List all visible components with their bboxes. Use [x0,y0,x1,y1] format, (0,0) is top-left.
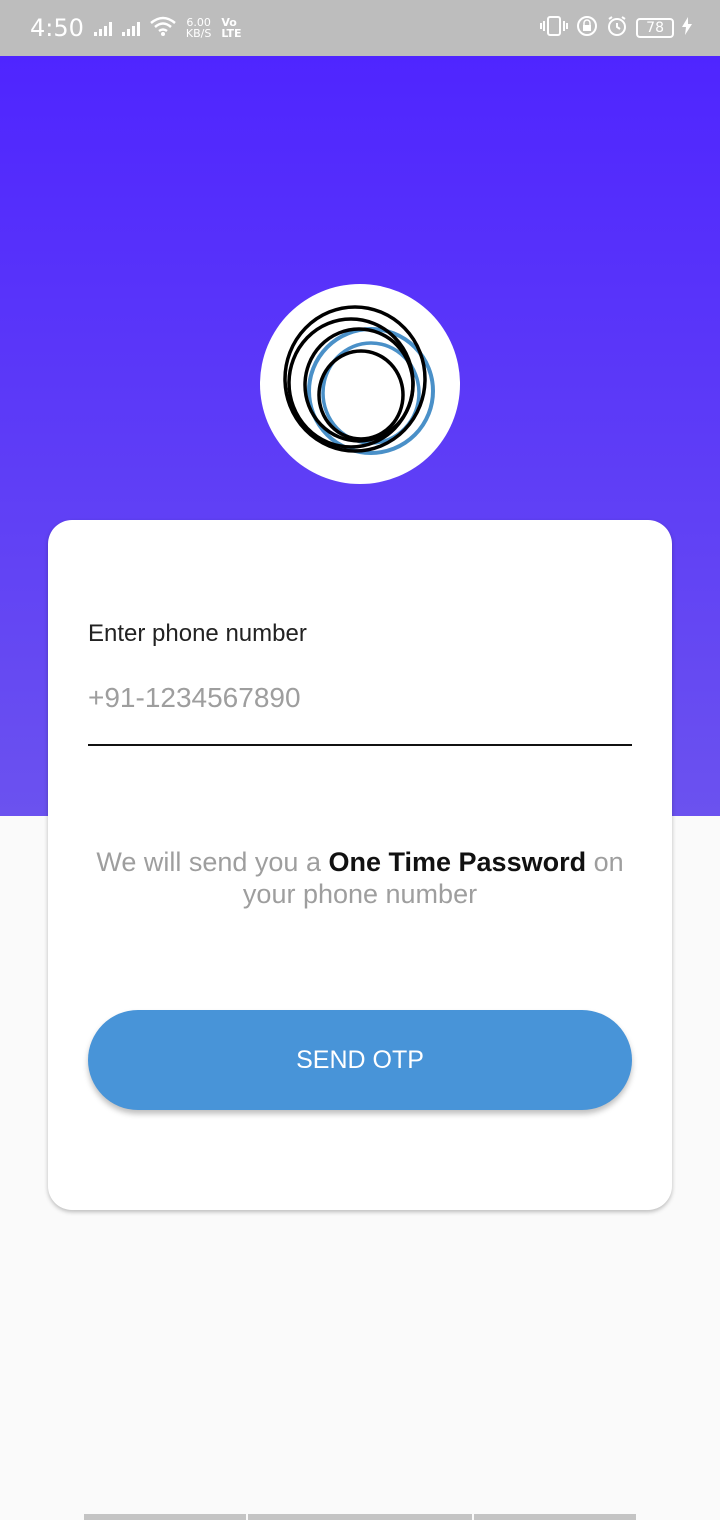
app-logo [260,284,460,484]
wifi-icon [150,16,176,41]
phone-input[interactable] [88,668,632,728]
info-prefix: We will send you a [96,847,329,877]
send-otp-button[interactable]: SEND OTP [88,1010,632,1110]
status-time: 4:50 [30,14,84,42]
alarm-icon [606,15,628,42]
login-card: Enter phone number We will send you a On… [48,520,672,1210]
nav-hint-left [84,1514,246,1520]
phone-label: Enter phone number [88,620,307,647]
nav-hint-right [474,1514,636,1520]
status-bar: 4:50 6.00 KB/S Vo LTE 78 [0,0,720,56]
nav-hint-center [248,1514,472,1520]
otp-info-text: We will send you a One Time Password on … [78,846,642,910]
signal-icon [121,20,140,36]
status-right: 78 [540,15,692,42]
info-bold: One Time Password [328,847,587,877]
signal-icon [93,20,112,36]
input-underline [88,744,632,746]
vibrate-icon [540,15,569,42]
battery-level: 78 [636,18,674,38]
rotation-lock-icon [576,15,598,42]
status-left: 4:50 6.00 KB/S Vo LTE [30,14,242,42]
network-speed: 6.00 KB/S [186,17,211,39]
speed-unit: KB/S [185,27,212,40]
volte-indicator: Vo LTE [221,17,241,39]
charging-icon [682,16,692,40]
circles-logo-icon [283,305,435,455]
volte-bottom: LTE [221,27,242,40]
